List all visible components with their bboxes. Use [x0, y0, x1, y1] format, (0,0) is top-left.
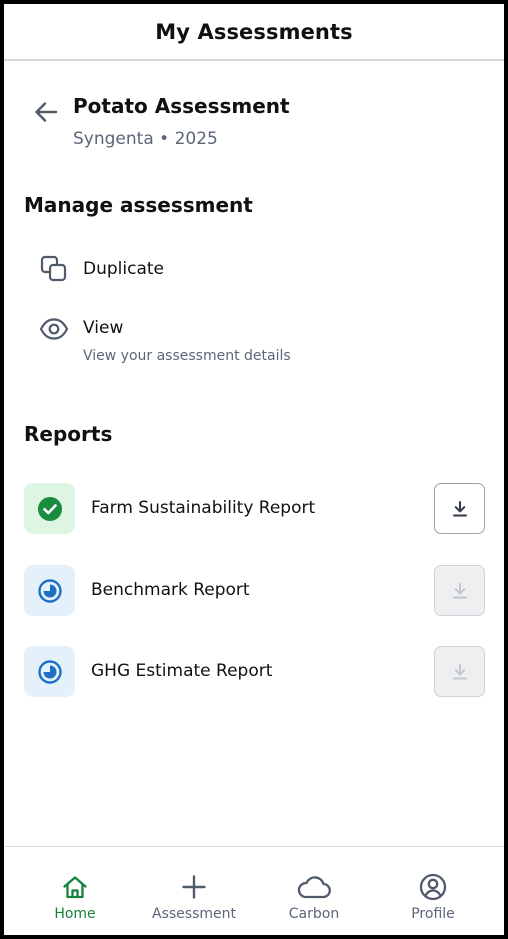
nav-profile[interactable]: Profile — [373, 847, 493, 935]
download-button[interactable] — [434, 483, 485, 534]
download-button[interactable] — [434, 646, 485, 697]
nav-home-label: Home — [54, 906, 96, 922]
duplicate-label: Duplicate — [83, 259, 164, 279]
reports-section-title: Reports — [24, 422, 113, 446]
progress-circle-icon — [37, 659, 62, 684]
nav-profile-label: Profile — [411, 906, 455, 922]
view-description: View your assessment details — [83, 348, 291, 364]
download-icon — [452, 663, 467, 679]
manage-section-title: Manage assessment — [24, 193, 253, 217]
check-circle-icon — [37, 496, 62, 521]
home-icon — [63, 876, 87, 899]
duplicate-action[interactable]: Duplicate — [4, 252, 504, 286]
nav-carbon-label: Carbon — [288, 906, 340, 922]
nav-home[interactable]: Home — [15, 847, 135, 935]
status-badge-in-progress — [24, 646, 75, 697]
download-button[interactable] — [434, 565, 485, 616]
report-name: Farm Sustainability Report — [91, 498, 316, 518]
view-label: View — [83, 318, 124, 338]
assessment-header: Potato Assessment Syngenta • 2025 — [4, 92, 504, 154]
view-action[interactable]: View View your assessment details — [4, 311, 504, 367]
report-row: Farm Sustainability Report — [4, 483, 504, 535]
download-icon — [452, 500, 467, 516]
report-row: GHG Estimate Report — [4, 646, 504, 698]
bottom-navigation: Home Assessment Carbon Profile — [4, 846, 504, 935]
profile-icon — [419, 873, 447, 901]
assessment-title: Potato Assessment — [73, 94, 290, 118]
nav-assessment-label: Assessment — [152, 906, 236, 922]
progress-circle-icon — [37, 578, 62, 603]
plus-icon — [182, 875, 206, 899]
back-arrow-icon[interactable] — [32, 98, 60, 126]
nav-assessment[interactable]: Assessment — [134, 847, 254, 935]
page-title: My Assessments — [155, 19, 353, 44]
status-badge-in-progress — [24, 565, 75, 616]
copy-icon — [40, 255, 67, 282]
report-name: GHG Estimate Report — [91, 661, 273, 681]
eye-icon — [39, 318, 69, 340]
status-badge-complete — [24, 483, 75, 534]
assessment-subtitle: Syngenta • 2025 — [73, 129, 218, 149]
report-row: Benchmark Report — [4, 565, 504, 617]
cloud-icon — [297, 876, 331, 899]
report-name: Benchmark Report — [91, 580, 250, 600]
nav-carbon[interactable]: Carbon — [254, 847, 374, 935]
download-icon — [452, 582, 467, 598]
top-bar: My Assessments — [4, 4, 504, 61]
app-screen: My Assessments Potato Assessment Syngent… — [4, 4, 504, 935]
